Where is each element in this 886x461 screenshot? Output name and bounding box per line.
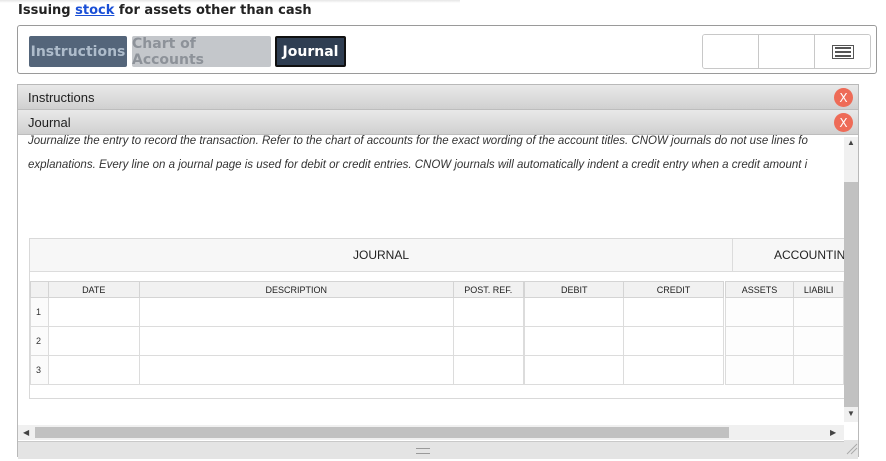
credit-cell[interactable] bbox=[623, 297, 724, 327]
journal-column-headers: DATE DESCRIPTION POST. REF. DEBIT CREDIT… bbox=[30, 281, 844, 298]
vertical-scrollbar[interactable]: ▲ ▼ bbox=[844, 137, 858, 422]
stock-link[interactable]: stock bbox=[75, 3, 114, 18]
tab-bar: Instructions Chart of Accounts Journal bbox=[17, 25, 877, 74]
debit-cell[interactable] bbox=[524, 355, 625, 385]
scroll-right-icon[interactable]: ▶ bbox=[830, 428, 836, 437]
instructions-line-1: Journalize the entry to record the trans… bbox=[28, 135, 808, 147]
date-cell[interactable] bbox=[47, 355, 140, 385]
page-title-prefix: Issuing bbox=[18, 3, 76, 18]
journal-section-header: JOURNAL ACCOUNTINC bbox=[30, 239, 844, 272]
page-title: Issuing stock for assets other than cash bbox=[18, 3, 312, 18]
liabilities-cell[interactable] bbox=[793, 326, 844, 356]
instructions-panel-header[interactable]: Instructions X bbox=[18, 85, 858, 110]
journal-row: 2 bbox=[30, 326, 844, 356]
toolbar-button-group bbox=[702, 34, 871, 69]
description-cell[interactable] bbox=[138, 297, 454, 327]
accounting-section-title: ACCOUNTINC bbox=[774, 248, 844, 262]
journal-header-label: Journal bbox=[28, 115, 71, 130]
journal-grid: DATE DESCRIPTION POST. REF. DEBIT CREDIT… bbox=[30, 281, 844, 385]
post-ref-column-header: POST. REF. bbox=[452, 281, 524, 298]
journal-table-container: JOURNAL ACCOUNTINC DATE DESCRIPTION POST… bbox=[29, 238, 844, 399]
scroll-up-icon[interactable]: ▲ bbox=[847, 138, 855, 147]
description-column-header: DESCRIPTION bbox=[138, 281, 454, 298]
journal-section-title: JOURNAL bbox=[30, 239, 733, 271]
horizontal-scroll-thumb[interactable] bbox=[35, 427, 729, 438]
assets-cell[interactable] bbox=[724, 326, 795, 356]
credit-cell[interactable] bbox=[623, 326, 724, 356]
tab-journal[interactable]: Journal bbox=[275, 36, 346, 67]
description-cell[interactable] bbox=[138, 355, 454, 385]
post-ref-cell[interactable] bbox=[452, 355, 524, 385]
row-number: 2 bbox=[30, 326, 49, 356]
credit-cell[interactable] bbox=[623, 355, 724, 385]
close-instructions-button[interactable]: X bbox=[834, 88, 853, 107]
menu-button[interactable] bbox=[815, 35, 870, 68]
date-cell[interactable] bbox=[47, 326, 140, 356]
liabilities-cell[interactable] bbox=[793, 355, 844, 385]
debit-cell[interactable] bbox=[524, 297, 625, 327]
date-column-header: DATE bbox=[47, 281, 140, 298]
page-title-suffix: for assets other than cash bbox=[114, 3, 312, 18]
tab-chart-of-accounts[interactable]: Chart of Accounts bbox=[132, 36, 271, 68]
row-number-header bbox=[30, 281, 49, 298]
toolbar-button-2[interactable] bbox=[759, 35, 815, 68]
assets-column-header: ASSETS bbox=[724, 281, 795, 298]
resize-bar[interactable] bbox=[18, 441, 858, 459]
liabilities-cell[interactable] bbox=[793, 297, 844, 327]
instructions-text: Journalize the entry to record the trans… bbox=[28, 129, 843, 177]
assets-cell[interactable] bbox=[724, 297, 795, 327]
assets-cell[interactable] bbox=[724, 355, 795, 385]
tab-instructions[interactable]: Instructions bbox=[29, 36, 127, 67]
post-ref-cell[interactable] bbox=[452, 297, 524, 327]
vertical-scroll-thumb[interactable] bbox=[844, 182, 858, 407]
horizontal-scrollbar[interactable]: ◀ ▶ bbox=[18, 425, 844, 440]
date-cell[interactable] bbox=[47, 297, 140, 327]
description-cell[interactable] bbox=[138, 326, 454, 356]
debit-column-header: DEBIT bbox=[524, 281, 625, 298]
resize-corner-icon[interactable] bbox=[844, 440, 858, 456]
menu-icon bbox=[831, 44, 854, 59]
debit-cell[interactable] bbox=[524, 326, 625, 356]
content-panel: Instructions X Journal X Journalize the … bbox=[17, 84, 859, 459]
liabilities-column-header: LIABILI bbox=[793, 281, 844, 298]
scroll-down-icon[interactable]: ▼ bbox=[847, 409, 855, 418]
resize-grip-icon[interactable] bbox=[416, 448, 430, 454]
toolbar-button-1[interactable] bbox=[703, 35, 759, 68]
credit-column-header: CREDIT bbox=[623, 281, 724, 298]
instructions-line-2: explanations. Every line on a journal pa… bbox=[28, 159, 808, 171]
row-number: 3 bbox=[30, 355, 49, 385]
instructions-header-label: Instructions bbox=[28, 90, 95, 105]
journal-row: 3 bbox=[30, 355, 844, 385]
journal-row: 1 bbox=[30, 297, 844, 327]
scroll-left-icon[interactable]: ◀ bbox=[23, 428, 29, 437]
post-ref-cell[interactable] bbox=[452, 326, 524, 356]
row-number: 1 bbox=[30, 297, 49, 327]
